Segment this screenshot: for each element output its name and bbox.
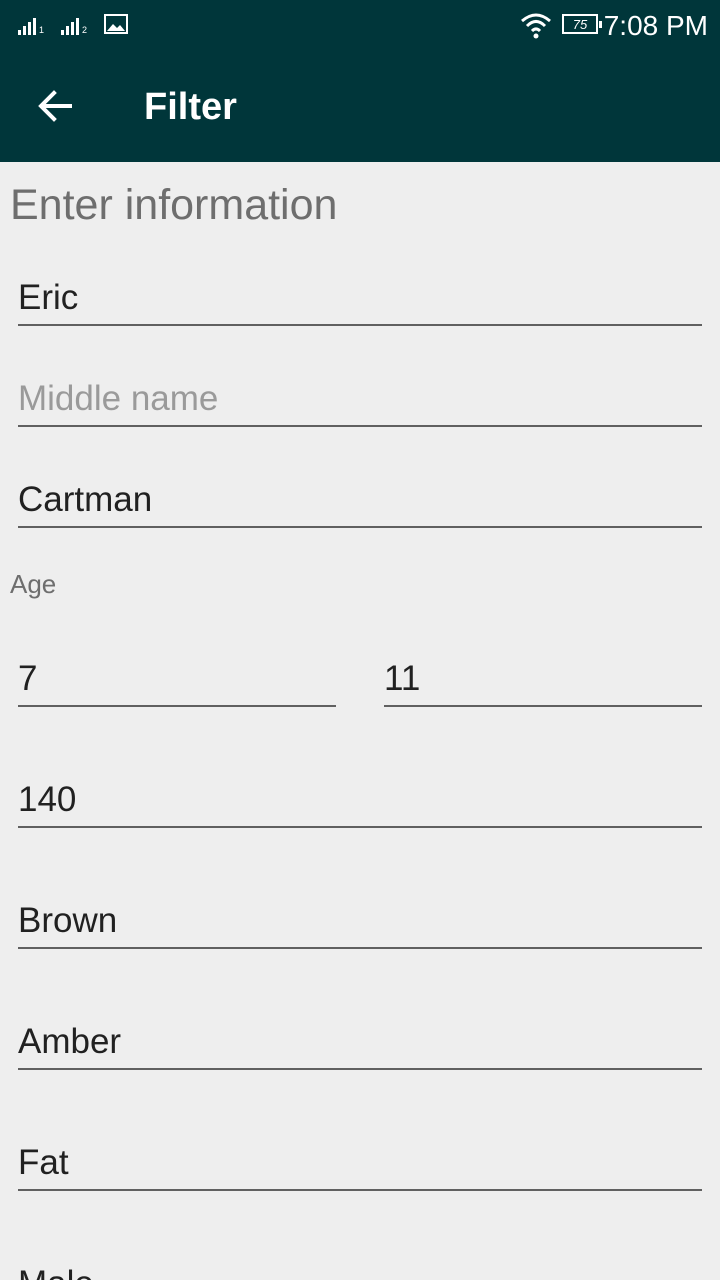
- status-bar: 1 2 75 7:08 PM: [0, 0, 720, 52]
- battery-icon: 75: [562, 14, 602, 34]
- weight-field[interactable]: 140: [18, 780, 702, 828]
- gender-field[interactable]: Male: [18, 1264, 702, 1280]
- eye-color-value: Amber: [18, 1022, 122, 1061]
- battery-level: 75: [572, 16, 588, 32]
- first-name-field[interactable]: Eric: [18, 278, 702, 326]
- body-type-value: Fat: [18, 1143, 69, 1182]
- signal-sim1-icon: 1: [18, 13, 44, 35]
- age-value-2: 11: [384, 659, 421, 698]
- hair-color-value: Brown: [18, 901, 118, 940]
- arrow-left-icon: [38, 90, 72, 122]
- app-bar: Filter: [0, 52, 720, 162]
- body-type-field[interactable]: Fat: [18, 1143, 702, 1191]
- last-name-value: Cartman: [18, 480, 153, 519]
- middle-name-placeholder: Middle name: [18, 379, 219, 418]
- middle-name-field[interactable]: Middle name: [18, 379, 702, 427]
- wifi-icon: [521, 13, 551, 39]
- eye-color-field[interactable]: Amber: [18, 1022, 702, 1070]
- age-field-2[interactable]: 11: [384, 659, 702, 707]
- signal-sim2-icon: 2: [61, 13, 87, 35]
- clock: 7:08 PM: [603, 10, 708, 41]
- image-notification-icon: [104, 14, 128, 34]
- last-name-field[interactable]: Cartman: [18, 480, 702, 528]
- sim1-label: 1: [39, 25, 45, 35]
- page-title: Filter: [144, 86, 237, 128]
- age-label: Age: [10, 569, 57, 599]
- age-field-1[interactable]: 7: [18, 659, 336, 707]
- hair-color-field[interactable]: Brown: [18, 901, 702, 949]
- sim2-label: 2: [82, 25, 88, 35]
- back-button[interactable]: [26, 77, 84, 135]
- section-heading: Enter information: [10, 181, 338, 229]
- weight-value: 140: [18, 780, 77, 819]
- first-name-value: Eric: [18, 278, 79, 317]
- age-value-1: 7: [18, 659, 38, 698]
- gender-value: Male: [18, 1264, 94, 1280]
